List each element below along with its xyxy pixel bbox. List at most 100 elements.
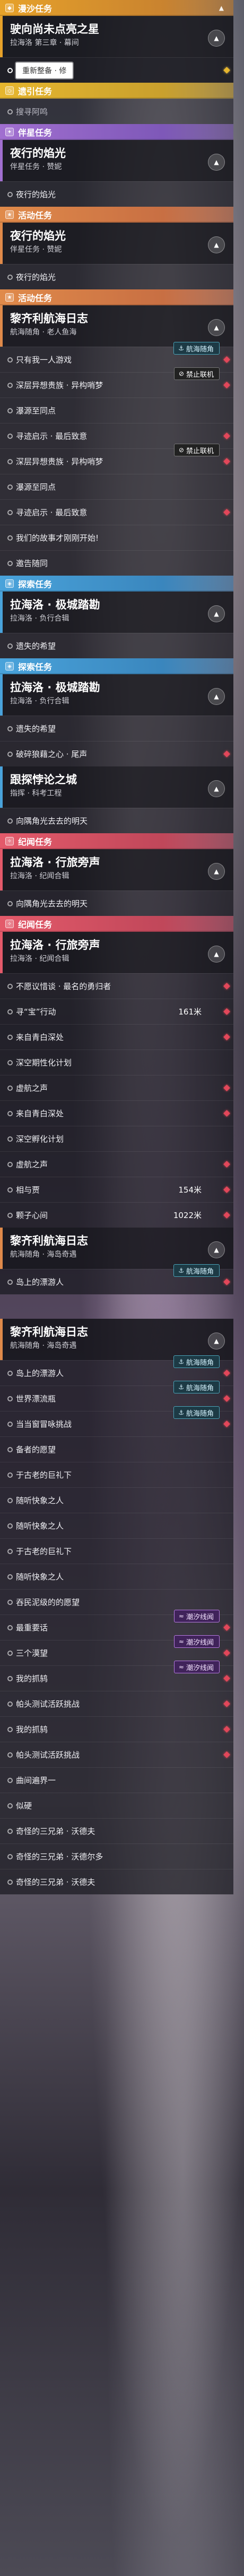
tag-badge: ⚓ 航海随角 [173, 342, 220, 355]
tide-icon: ≈ [178, 1612, 184, 1620]
quest-subtitle: 拉海洛 第三章 · 幕间 [10, 39, 79, 47]
quest-title: 跟探悖论之城 [10, 773, 77, 786]
collapse-toggle-icon[interactable]: ▲ [208, 154, 225, 171]
collapse-toggle-icon[interactable]: ▲ [208, 946, 225, 963]
quest-card[interactable]: 拉海洛 · 极城踏勘 拉海洛 · 负行合辑 ▲ [0, 674, 233, 716]
quest-step[interactable]: 颗子心间 1022米 [0, 1202, 233, 1228]
quest-step[interactable]: 深空孵化计划 [0, 1126, 233, 1151]
quest-step[interactable]: 夜行的焰光 [0, 264, 233, 289]
collapse-toggle-icon[interactable]: ▲ [208, 1241, 225, 1258]
collapse-toggle-icon[interactable]: ▲ [208, 236, 225, 253]
quest-step[interactable]: 奇怪的三兄弟 · 沃德尔多 [0, 1843, 233, 1869]
quest-step[interactable]: 似硬 [0, 1793, 233, 1818]
event-quest-icon: ★ [5, 210, 14, 219]
quest-step[interactable]: 破碎狼藉之心 · 尾声 [0, 741, 233, 766]
quest-step[interactable]: 搜寻阿鸣 [0, 99, 233, 124]
step-label: 奇怪的三兄弟 · 沃德夫 [16, 1827, 95, 1836]
quest-step[interactable]: 深层异想贵族 · 异构哨梦 ⊘ 禁止联机 [0, 444, 233, 474]
quest-card[interactable]: 驶向尚未点亮之星 拉海洛 第三章 · 幕间 ▲ [0, 16, 233, 57]
quest-step[interactable]: 深层异想贵族 · 异构哨梦 ⊘ 禁止联机 [0, 367, 233, 398]
quest-title: 拉海洛 · 极城踏勘 [10, 681, 100, 694]
category-header-exploration[interactable]: ◈ 探索任务 [0, 576, 233, 592]
step-marker-icon [7, 560, 13, 566]
quest-step[interactable]: 夜行的焰光 [0, 181, 233, 207]
collapse-toggle-icon[interactable]: ▲ [208, 30, 225, 47]
quest-step[interactable]: 向隅角光去去的明天 [0, 890, 233, 916]
quest-card[interactable]: 黎齐利航海日志 航海随角 · 老人鱼海 ▲ [0, 305, 233, 347]
quest-card[interactable]: 拉海洛 · 行旅旁声 拉海洛 · 纪闻合辑 ▲ [0, 932, 233, 973]
quest-step[interactable]: 遗失的希望 [0, 633, 233, 658]
collapse-toggle-icon[interactable]: ▲ [208, 863, 225, 880]
quest-step[interactable]: 虚航之声 [0, 1151, 233, 1177]
category-header-main[interactable]: ◆ 漫沙任务 ▲ [0, 0, 233, 16]
quest-step[interactable]: 随听快象之人 [0, 1513, 233, 1538]
category-header-exploration[interactable]: ◈ 探索任务 [0, 658, 233, 674]
quest-card[interactable]: 跟探悖论之城 指挥 · 科考工程 ▲ [0, 766, 233, 808]
quest-card[interactable]: 拉海洛 · 极城踏勘 拉海洛 · 负行合辑 ▲ [0, 592, 233, 633]
quest-subtitle: 伴星任务 · 赞妮 [10, 163, 62, 171]
tag-label: 潮汐线闻 [186, 1664, 214, 1672]
quest-step[interactable]: 寻“宝”行动 161米 [0, 999, 233, 1024]
tag-badge: ⚓ 航海随角 [173, 1355, 220, 1368]
quest-step[interactable]: 寻迹启示 · 最后致意 [0, 499, 233, 525]
quest-step[interactable]: 岛上的漂游人 ⚓ 航海随角 [0, 1264, 233, 1294]
category-header-record[interactable]: ✧ 纪闻任务 [0, 916, 233, 932]
tag-label: 潮汐线闻 [186, 1613, 214, 1621]
quest-step[interactable]: 于古老的巨礼下 [0, 1538, 233, 1564]
quest-step[interactable]: 来自青白深处 [0, 1100, 233, 1126]
tag-label: 禁止联机 [186, 370, 214, 379]
quest-step[interactable]: 我的抓鸫 [0, 1716, 233, 1742]
quest-step[interactable]: 向隅角光去去的明天 [0, 808, 233, 833]
quest-step[interactable]: 瀑源至同点 [0, 474, 233, 499]
quest-step[interactable]: 随听快象之人 [0, 1564, 233, 1589]
quest-step[interactable]: 来自青白深处 [0, 1024, 233, 1049]
quest-step[interactable]: 奇怪的三兄弟 · 沃德夫 [0, 1869, 233, 1894]
quest-step[interactable]: 相与贾 154米 [0, 1177, 233, 1202]
step-marker-icon [7, 1752, 13, 1758]
collapse-toggle-icon[interactable]: ▲ [208, 319, 225, 336]
quest-step[interactable]: 备者的愿望 [0, 1436, 233, 1462]
quest-step[interactable]: 帕头测试活跃挑战 [0, 1691, 233, 1716]
quest-step[interactable]: 当当窗冒咏挑战 ⚓ 航海随角 [0, 1406, 233, 1436]
quest-subtitle: 航海随角 · 海岛奇遇 [10, 1342, 77, 1350]
collapse-toggle-icon[interactable]: ▲ [208, 688, 225, 705]
ship-icon: ⚓ [178, 345, 184, 352]
quest-step[interactable]: 不愿议惜谈 · 最名的勇归者 [0, 973, 233, 999]
quest-step[interactable]: 随听快象之人 [0, 1487, 233, 1513]
step-marker-icon [7, 1574, 13, 1580]
step-label: 于古老的巨礼下 [16, 1547, 72, 1556]
quest-step[interactable]: 曲间遍界一 [0, 1767, 233, 1793]
quest-step[interactable]: 我们的故事才刚刚开始! [0, 525, 233, 550]
category-header-side[interactable]: ◇ 遗引任务 [0, 83, 233, 99]
quest-step[interactable]: 邀告随同 [0, 550, 233, 576]
collapse-toggle-icon[interactable]: ▲ [208, 1333, 225, 1349]
quest-log-screen: ◆ 漫沙任务 ▲ 驶向尚未点亮之星 拉海洛 第三章 · 幕间 ▲ 重新整备 · … [0, 0, 244, 2576]
quest-step[interactable]: 遗失的希望 [0, 716, 233, 741]
quest-step[interactable]: 重新整备 · 修 [0, 57, 233, 83]
quest-card[interactable]: 夜行的焰光 伴星任务 · 赞妮 ▲ [0, 223, 233, 264]
step-label: 重新整备 · 修 [16, 62, 73, 78]
quest-subtitle: 拉海洛 · 纪闻合辑 [10, 955, 69, 963]
quest-step[interactable]: 于古老的巨礼下 [0, 1462, 233, 1487]
quest-step[interactable]: 深空期性化计划 [0, 1049, 233, 1075]
collapse-toggle-icon[interactable]: ▲ [208, 605, 225, 622]
distance-label: 1022米 [173, 1211, 202, 1220]
collapse-toggle-icon[interactable]: ▲ [208, 780, 225, 797]
quest-card[interactable]: 黎齐利航海日志 航海随角 · 海岛奇遇 ▲ [0, 1228, 233, 1269]
quest-card[interactable]: 黎齐利航海日志 航海随角 · 海岛奇遇 ▲ [0, 1319, 233, 1360]
quest-card[interactable]: 拉海洛 · 行旅旁声 拉海洛 · 纪闻合辑 ▲ [0, 849, 233, 890]
category-header-event[interactable]: ★ 活动任务 [0, 207, 233, 223]
category-header-record[interactable]: ✧ 纪闻任务 [0, 833, 233, 849]
step-label: 随听快象之人 [16, 1572, 64, 1582]
distance-label: 161米 [178, 1007, 202, 1017]
quest-step[interactable]: 我的抓鸫 ≈ 潮汐线闻 [0, 1661, 233, 1691]
quest-step[interactable]: 奇怪的三兄弟 · 沃德夫 [0, 1818, 233, 1843]
quest-step[interactable]: 虚航之声 [0, 1075, 233, 1100]
quest-card[interactable]: 夜行的焰光 伴星任务 · 赞妮 ▲ [0, 140, 233, 181]
quest-step[interactable]: 瀑源至同点 [0, 398, 233, 423]
track-marker-icon [223, 458, 230, 465]
track-marker-icon [223, 1675, 230, 1682]
category-header-companion[interactable]: ✦ 伴星任务 [0, 124, 233, 140]
category-header-event[interactable]: ★ 活动任务 [0, 289, 233, 305]
quest-step[interactable]: 帕头测试活跃挑战 [0, 1742, 233, 1767]
